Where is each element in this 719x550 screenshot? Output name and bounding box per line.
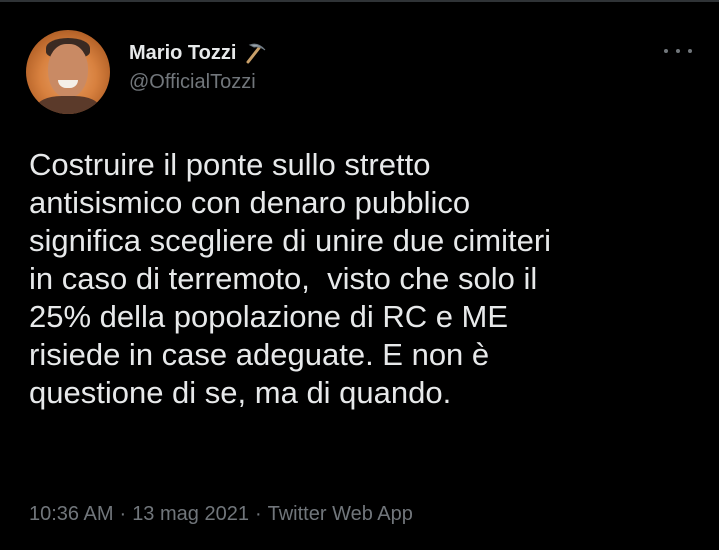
more-dot	[688, 49, 692, 53]
pickaxe-icon	[242, 40, 268, 66]
avatar[interactable]	[26, 30, 110, 114]
tweet-date[interactable]: 13 mag 2021	[132, 503, 249, 525]
author-name-row[interactable]: Mario Tozzi	[129, 40, 268, 66]
tweet-time[interactable]: 10:36 AM	[29, 503, 114, 525]
avatar-shirt	[36, 96, 100, 114]
tweet-card: Mario Tozzi @OfficialTozzi Costruire il …	[0, 0, 719, 550]
tweet-source[interactable]: Twitter Web App	[268, 503, 413, 525]
author-name[interactable]: Mario Tozzi	[129, 42, 236, 65]
meta-separator: ·	[254, 503, 262, 525]
tweet-metadata: 10:36 AM · 13 mag 2021 · Twitter Web App	[29, 503, 413, 526]
author-handle[interactable]: @OfficialTozzi	[129, 71, 256, 94]
more-dot	[676, 49, 680, 53]
avatar-face	[48, 44, 88, 98]
more-dot	[664, 49, 668, 53]
tweet-text: Costruire il ponte sullo stretto antisis…	[29, 147, 552, 410]
meta-separator: ·	[119, 503, 127, 525]
more-options-icon[interactable]	[664, 44, 692, 58]
